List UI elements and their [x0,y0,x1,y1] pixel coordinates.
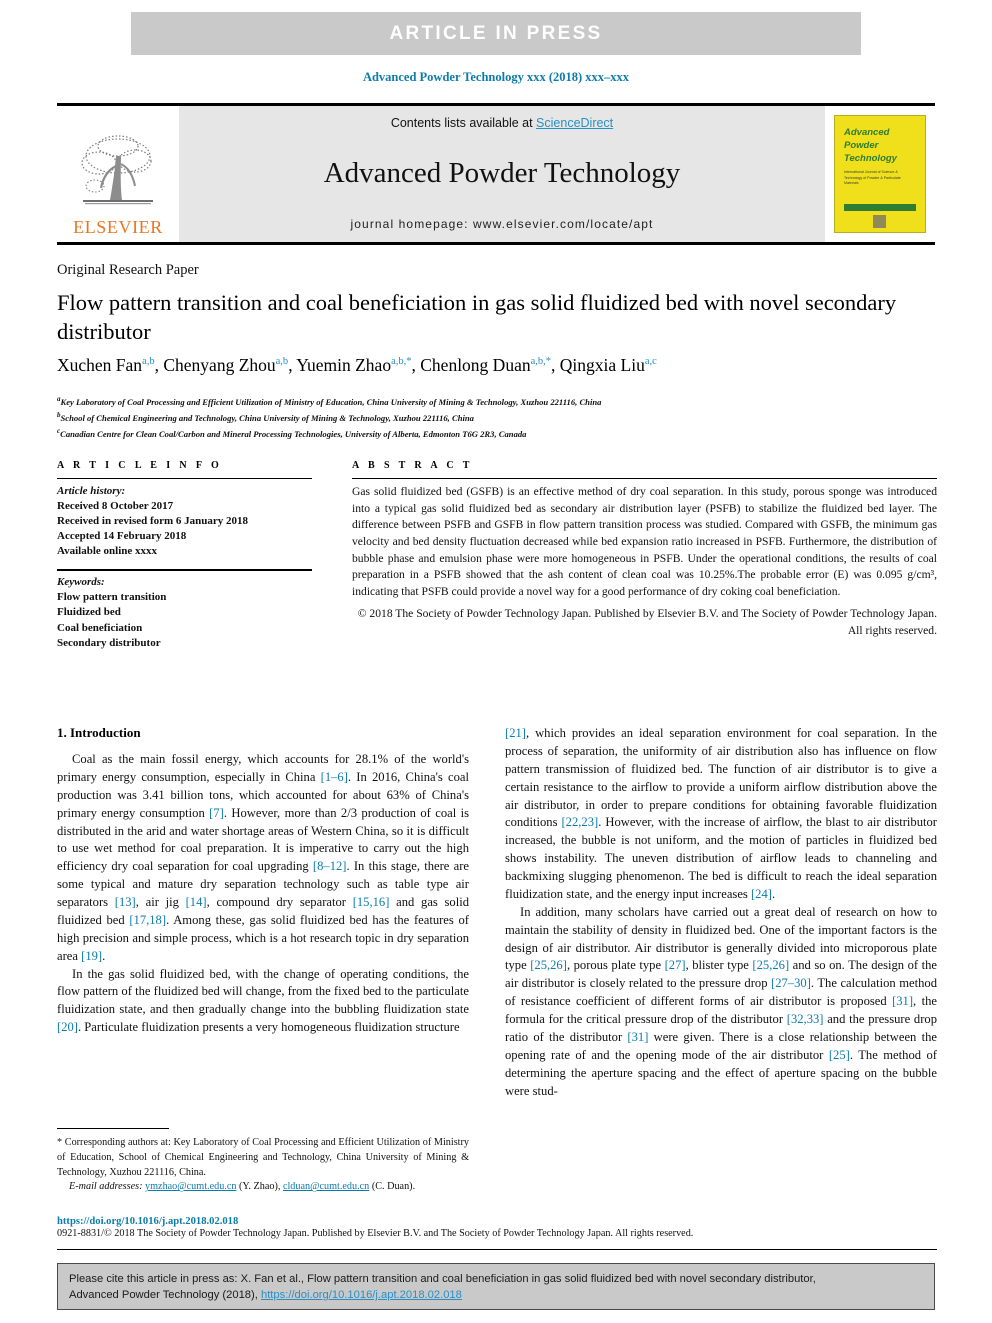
cite-line-2: Advanced Powder Technology (2018), https… [69,1287,923,1303]
paragraph: In the gas solid fluidized bed, with the… [57,966,469,1035]
article-history-block: Article history: Received 8 October 2017… [57,484,312,559]
journal-running-head: Advanced Powder Technology xxx (2018) xx… [362,70,630,84]
email-link-zhao[interactable]: ymzhao@cumt.edu.cn [145,1181,236,1192]
footnote-email-line: E-mail addresses: ymzhao@cumt.edu.cn (Y.… [57,1180,469,1195]
article-history-label: Article history: [57,485,126,497]
cover-title-line-3: Technology [844,152,897,164]
affiliation-list: aKey Laboratory of Coal Processing and E… [57,394,937,441]
history-item: Available online xxxx [57,545,158,558]
footnote-divider [57,1128,169,1129]
contents-line: Contents lists available at ScienceDirec… [391,116,613,130]
email-owner-duan: (C. Duan). [371,1181,416,1193]
paragraph: In addition, many scholars have carried … [505,904,937,1098]
section-heading-introduction: 1. Introduction [57,725,141,740]
author-affiliation-mark: a,b,* [530,356,552,368]
abstract-heading: A B S T R A C T [352,460,473,471]
author-affiliation-mark: a,b,* [391,356,412,368]
cite-doi-link[interactable]: https://doi.org/10.1016/j.apt.2018.02.01… [261,1289,462,1301]
author-name: Yuemin Zhao [296,355,392,375]
keyword-item: Secondary distributor [57,636,161,649]
author-name: Chenyang Zhou [163,355,276,375]
elsevier-wordmark: ELSEVIER [73,217,163,237]
info-abstract-block: A R T I C L E I N F O Article history: R… [57,460,937,665]
cover-green-bar [844,204,916,211]
abstract-rule [352,478,937,479]
email-link-duan[interactable]: clduan@cumt.edu.cn [283,1181,369,1192]
paragraph: Coal as the main fossil energy, which ac… [57,752,470,963]
author-list: Xuchen Fana,b, Chenyang Zhoua,b, Yuemin … [57,355,937,376]
article-type-label: Original Research Paper [57,262,199,278]
author-name: Qingxia Liu [559,355,645,375]
cite-line-1: Please cite this article in press as: X.… [69,1273,816,1285]
page-title: Flow pattern transition and coal benefic… [57,290,897,345]
affiliation-text: Key Laboratory of Coal Processing and Ef… [60,396,602,407]
journal-cover-thumbnail: Advanced Powder Technology International… [834,115,926,233]
journal-cover-cell: Advanced Powder Technology International… [825,106,935,242]
abstract-copyright: © 2018 The Society of Powder Technology … [357,606,937,637]
article-info-rule [57,478,312,479]
abstract-column: A B S T R A C T Gas solid fluidized bed … [352,460,937,639]
article-info-heading: A R T I C L E I N F O [57,460,223,471]
footnote-corresponding-text: * Corresponding authors at: Key Laborato… [57,1137,469,1178]
affiliation-text: Canadian Centre for Clean Coal/Carbon an… [60,428,527,439]
history-item: Received 8 October 2017 [57,500,174,513]
affiliation-item: cCanadian Centre for Clean Coal/Carbon a… [57,426,937,442]
affiliation-text: School of Chemical Engineering and Techn… [60,412,474,423]
cover-title-line-1: Advanced [844,127,890,138]
author-separator: , [551,355,560,375]
contents-prefix: Contents lists available at [390,116,537,130]
keyword-item: Flow pattern transition [57,591,167,604]
sciencedirect-link[interactable]: ScienceDirect [536,116,613,130]
cite-this-article-box: Please cite this article in press as: X.… [57,1263,935,1310]
doi-copyright-block: https://doi.org/10.1016/j.apt.2018.02.01… [57,1216,937,1239]
history-item: Accepted 14 February 2018 [57,530,187,543]
elsevier-tree-icon [81,135,153,205]
email-owner-zhao: (Y. Zhao), [239,1181,281,1193]
doi-link[interactable]: https://doi.org/10.1016/j.apt.2018.02.01… [57,1216,937,1227]
history-item: Received in revised form 6 January 2018 [57,515,249,528]
corresponding-author-footnote: * Corresponding authors at: Key Laborato… [57,1128,469,1195]
body-column-right: [21], which provides an ideal separation… [505,725,937,1100]
cover-subtitle: International Journal of Science & Techn… [844,170,901,186]
author-affiliation-mark: a,b [275,356,289,368]
journal-homepage-link[interactable]: journal homepage: www.elsevier.com/locat… [351,217,654,231]
page-bottom-divider [57,1249,937,1250]
keywords-block: Keywords: Flow pattern transition Fluidi… [57,575,312,650]
journal-title: Advanced Powder Technology [323,157,681,189]
masthead-center: Contents lists available at ScienceDirec… [179,106,825,242]
article-in-press-label: ARTICLE IN PRESS [389,22,603,44]
keywords-rule [57,569,312,572]
author-separator: , [411,355,421,375]
keywords-label: Keywords: [57,576,105,589]
abstract-text: Gas solid fluidized bed (GSFB) is an eff… [352,485,937,599]
keyword-item: Fluidized bed [57,606,121,619]
body-column-left: 1. Introduction Coal as the main fossil … [57,725,469,1037]
cite-line-2-prefix: Advanced Powder Technology (2018), [69,1289,261,1302]
author-affiliation-mark: a,c [644,356,657,368]
cover-publisher-logo [873,215,886,228]
elsevier-logo: ELSEVIER [57,106,179,242]
article-info-column: A R T I C L E I N F O Article history: R… [57,460,312,651]
email-addresses-label: E-mail addresses: [69,1181,143,1193]
affiliation-item: bSchool of Chemical Engineering and Tech… [57,410,937,426]
keyword-item: Coal beneficiation [57,621,143,634]
article-in-press-banner: ARTICLE IN PRESS [131,12,861,55]
author-name: Xuchen Fan [57,355,143,375]
paragraph: [21], which provides an ideal separation… [505,726,937,901]
author-affiliation-mark: a,b [142,356,155,368]
journal-masthead: ELSEVIER Contents lists available at Sci… [57,103,935,245]
cover-title-line-2: Powder [844,139,879,151]
affiliation-item: aKey Laboratory of Coal Processing and E… [57,394,937,410]
author-name: Chenlong Duan [420,355,531,375]
issn-copyright-line: 0921-8831/© 2018 The Society of Powder T… [57,1228,694,1239]
